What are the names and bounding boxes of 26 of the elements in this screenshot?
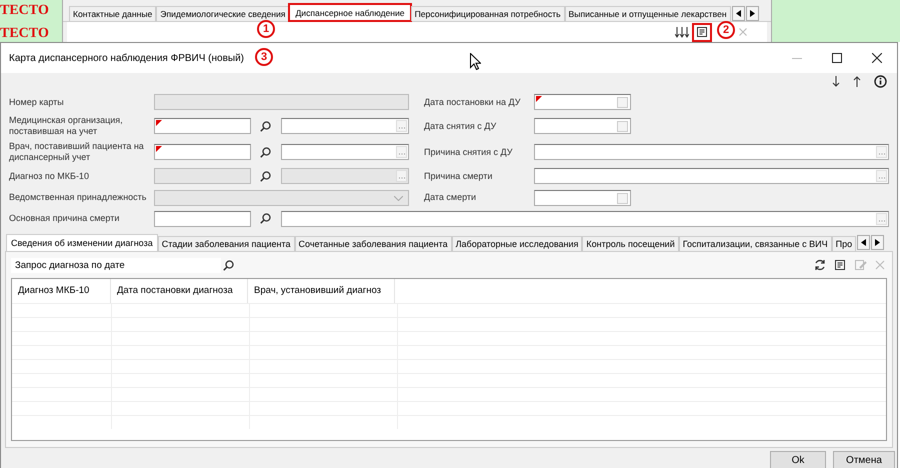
tab[interactable]: Диспансерное наблюдение (289, 4, 411, 21)
tab[interactable]: Сведения об изменении диагноза (6, 234, 158, 251)
ok-button[interactable]: Ok (770, 451, 826, 468)
field-label: Ведомственная принадлежность (9, 192, 148, 203)
field-label: Причина смерти (424, 170, 494, 182)
field-label: Диагноз по МКБ-10 (9, 170, 90, 182)
tab[interactable]: Персонифицированная потребность (410, 6, 565, 21)
column-header[interactable]: Дата постановки диагноза (111, 279, 248, 303)
field-label: Врач, поставивший пациента на диспансерный учет (9, 141, 145, 163)
tab[interactable]: Контактные данные (69, 6, 156, 21)
field-label: Причина снятия с ДУ (424, 146, 514, 158)
window-title: Карта диспансерного наблюдения ФРВИЧ (новый) (9, 52, 244, 64)
test-label: ТЕСТО (0, 3, 50, 19)
field-label: Медицинская организация, поставившая на учет (9, 115, 124, 137)
field-label: Дата снятия с ДУ (424, 120, 498, 132)
cancel-button[interactable]: Отмена (833, 451, 895, 468)
field-label: Дата постановки на ДУ (424, 96, 522, 108)
field-label: Номер карты (9, 96, 65, 108)
tab[interactable]: Эпидемиологические сведения (156, 6, 290, 21)
tab[interactable]: Выписанные и отпущенные лекарствен (564, 6, 731, 21)
column-header[interactable]: Диагноз МКБ-10 (12, 279, 111, 303)
column-header[interactable]: Врач, установивший диагноз (248, 279, 395, 303)
test-label: ТЕСТО (0, 26, 50, 42)
field-label: Основная причина смерти (9, 213, 120, 224)
field-label: Дата смерти (424, 192, 478, 203)
query-label: Запрос диагноза по дате (11, 258, 221, 272)
